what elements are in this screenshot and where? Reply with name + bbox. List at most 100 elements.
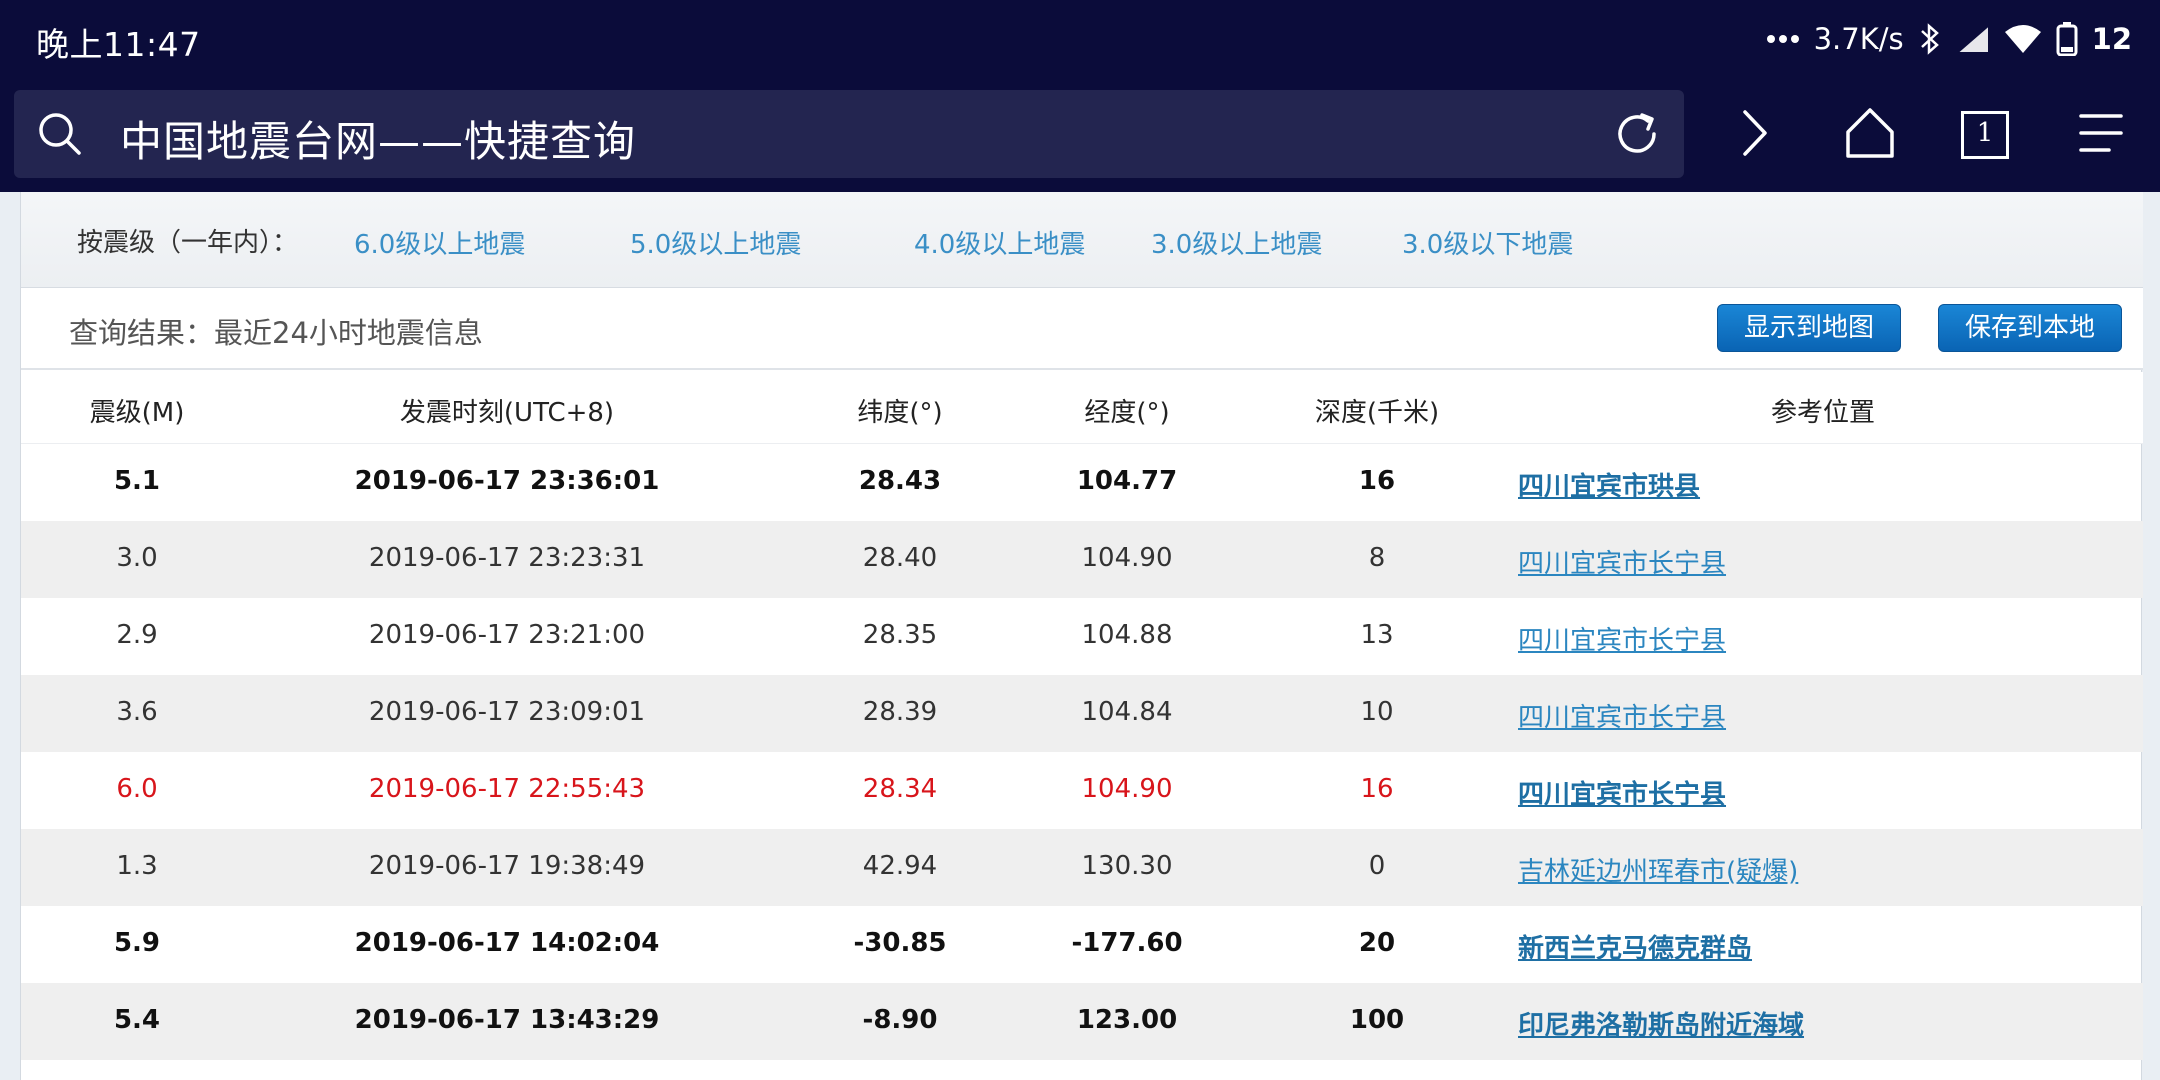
earthquake-table: 震级(M) 发震时刻(UTC+8) 纬度(°) 经度(°) 深度(千米) 参考位…	[21, 372, 2143, 1060]
save-local-button[interactable]: 保存到本地	[1938, 304, 2123, 352]
cell-depth: 10	[1360, 697, 1394, 727]
tabs-button[interactable]: 1	[1950, 100, 2020, 170]
cell-magnitude: 5.1	[113, 466, 161, 496]
location-link[interactable]: 新西兰克马德克群岛	[1518, 928, 1752, 965]
cell-longitude: 130.30	[1081, 851, 1173, 881]
page-content: 按震级（一年内）： 6.0级以上地震 5.0级以上地震 4.0级以上地震 3.0…	[20, 192, 2143, 1080]
address-bar[interactable]: 中国地震台网——快捷查询	[14, 90, 1684, 178]
location-link[interactable]: 四川宜宾市长宁县	[1518, 697, 1726, 734]
location-link[interactable]: 四川宜宾市长宁县	[1518, 543, 1726, 580]
show-map-button[interactable]: 显示到地图	[1717, 304, 1902, 352]
cell-longitude: -177.60	[1071, 928, 1183, 958]
cell-magnitude: 5.4	[113, 1005, 161, 1035]
filter-link-3-above[interactable]: 3.0级以上地震	[1151, 224, 1322, 261]
wifi-icon	[2004, 24, 2042, 54]
location-link[interactable]: 四川宜宾市长宁县	[1518, 620, 1726, 657]
cell-longitude: 104.90	[1081, 774, 1173, 804]
cell-magnitude: 3.6	[116, 697, 158, 727]
table-row: 5.1 2019-06-17 23:36:01 28.43 104.77 16 …	[21, 444, 2143, 521]
search-icon[interactable]	[36, 110, 84, 162]
filter-link-4[interactable]: 4.0级以上地震	[914, 224, 1085, 261]
forward-button[interactable]	[1720, 100, 1790, 170]
cell-time: 2019-06-17 13:43:29	[354, 1005, 660, 1035]
cell-depth: 0	[1368, 851, 1386, 881]
cell-time: 2019-06-17 23:36:01	[354, 466, 660, 496]
cell-time: 2019-06-17 23:23:31	[368, 543, 646, 573]
magnitude-filter-bar: 按震级（一年内）： 6.0级以上地震 5.0级以上地震 4.0级以上地震 3.0…	[21, 192, 2143, 288]
chevron-right-icon	[1735, 108, 1775, 162]
filter-label: 按震级（一年内）：	[77, 228, 299, 258]
header-time: 发震时刻(UTC+8)	[399, 398, 615, 428]
location-link[interactable]: 吉林延边州珲春市(疑爆)	[1518, 851, 1798, 888]
cell-longitude: 104.84	[1081, 697, 1173, 727]
cell-latitude: -8.90	[862, 1005, 938, 1035]
cell-time: 2019-06-17 22:55:43	[368, 774, 646, 804]
filter-link-6[interactable]: 6.0级以上地震	[354, 224, 525, 261]
header-latitude: 纬度(°)	[857, 398, 943, 428]
cell-latitude: 28.43	[858, 466, 942, 496]
cell-latitude: -30.85	[853, 928, 947, 958]
cell-latitude: 28.40	[862, 543, 938, 573]
cell-latitude: 42.94	[862, 851, 938, 881]
page-title[interactable]: 中国地震台网——快捷查询	[120, 108, 636, 169]
status-icons: 3.7K/s 12	[1766, 14, 2132, 64]
cell-depth: 13	[1360, 620, 1394, 650]
cell-magnitude: 3.0	[116, 543, 158, 573]
location-link[interactable]: 四川宜宾市长宁县	[1518, 774, 1726, 811]
cell-time: 2019-06-17 23:09:01	[368, 697, 646, 727]
network-speed: 3.7K/s	[1813, 22, 1904, 56]
cell-magnitude: 6.0	[116, 774, 158, 804]
reload-icon[interactable]	[1612, 109, 1662, 163]
home-button[interactable]	[1835, 100, 1905, 170]
cell-depth: 16	[1360, 774, 1394, 804]
bluetooth-icon	[1918, 22, 1942, 56]
filter-link-5[interactable]: 5.0级以上地震	[630, 224, 801, 261]
table-row: 3.0 2019-06-17 23:23:31 28.40 104.90 8 四…	[21, 521, 2143, 598]
cell-magnitude: 2.9	[116, 620, 158, 650]
header-magnitude: 震级(M)	[89, 398, 185, 428]
table-row: 5.4 2019-06-17 13:43:29 -8.90 123.00 100…	[21, 983, 2143, 1060]
cellular-signal-icon	[1956, 24, 1990, 54]
cell-time: 2019-06-17 14:02:04	[354, 928, 660, 958]
table-row: 2.9 2019-06-17 23:21:00 28.35 104.88 13 …	[21, 598, 2143, 675]
header-depth: 深度(千米)	[1314, 398, 1440, 428]
cell-latitude: 28.34	[862, 774, 938, 804]
location-link[interactable]: 印尼弗洛勒斯岛附近海域	[1518, 1005, 1804, 1042]
cell-magnitude: 1.3	[116, 851, 158, 881]
menu-icon	[2077, 111, 2125, 159]
tabs-icon: 1	[1961, 111, 2009, 159]
table-row: 3.6 2019-06-17 23:09:01 28.39 104.84 10 …	[21, 675, 2143, 752]
dots-icon	[1766, 34, 1800, 44]
cell-longitude: 123.00	[1076, 1005, 1178, 1035]
cell-latitude: 28.39	[862, 697, 938, 727]
battery-level: 12	[2091, 22, 2132, 56]
browser-toolbar: 中国地震台网——快捷查询 1	[0, 78, 2160, 192]
filter-link-3-below[interactable]: 3.0级以下地震	[1402, 224, 1573, 261]
cell-time: 2019-06-17 19:38:49	[368, 851, 646, 881]
header-longitude: 经度(°)	[1084, 398, 1170, 428]
result-header: 查询结果：最近24小时地震信息 显示到地图 保存到本地	[21, 288, 2143, 370]
cell-depth: 8	[1368, 543, 1386, 573]
tab-count: 1	[1976, 118, 1994, 148]
table-row: 1.3 2019-06-17 19:38:49 42.94 130.30 0 吉…	[21, 829, 2143, 906]
cell-latitude: 28.35	[862, 620, 938, 650]
status-time: 晚上11:47	[36, 25, 201, 64]
home-icon	[1843, 106, 1897, 164]
web-page: 按震级（一年内）： 6.0级以上地震 5.0级以上地震 4.0级以上地震 3.0…	[0, 192, 2160, 1080]
cell-time: 2019-06-17 23:21:00	[368, 620, 646, 650]
cell-longitude: 104.90	[1081, 543, 1173, 573]
cell-magnitude: 5.9	[113, 928, 161, 958]
location-link[interactable]: 四川宜宾市珙县	[1518, 466, 1700, 503]
cell-depth: 100	[1349, 1005, 1405, 1035]
status-bar: 晚上11:47 3.7K/s 12	[0, 0, 2160, 78]
cell-depth: 16	[1358, 466, 1396, 496]
battery-icon	[2056, 22, 2078, 56]
menu-button[interactable]	[2066, 100, 2136, 170]
result-title: 查询结果：最近24小时地震信息	[69, 316, 483, 350]
cell-depth: 20	[1358, 928, 1396, 958]
table-row: 6.0 2019-06-17 22:55:43 28.34 104.90 16 …	[21, 752, 2143, 829]
table-row: 5.9 2019-06-17 14:02:04 -30.85 -177.60 2…	[21, 906, 2143, 983]
table-header: 震级(M) 发震时刻(UTC+8) 纬度(°) 经度(°) 深度(千米) 参考位…	[21, 372, 2143, 444]
header-location: 参考位置	[1770, 398, 1876, 428]
cell-longitude: 104.77	[1076, 466, 1178, 496]
